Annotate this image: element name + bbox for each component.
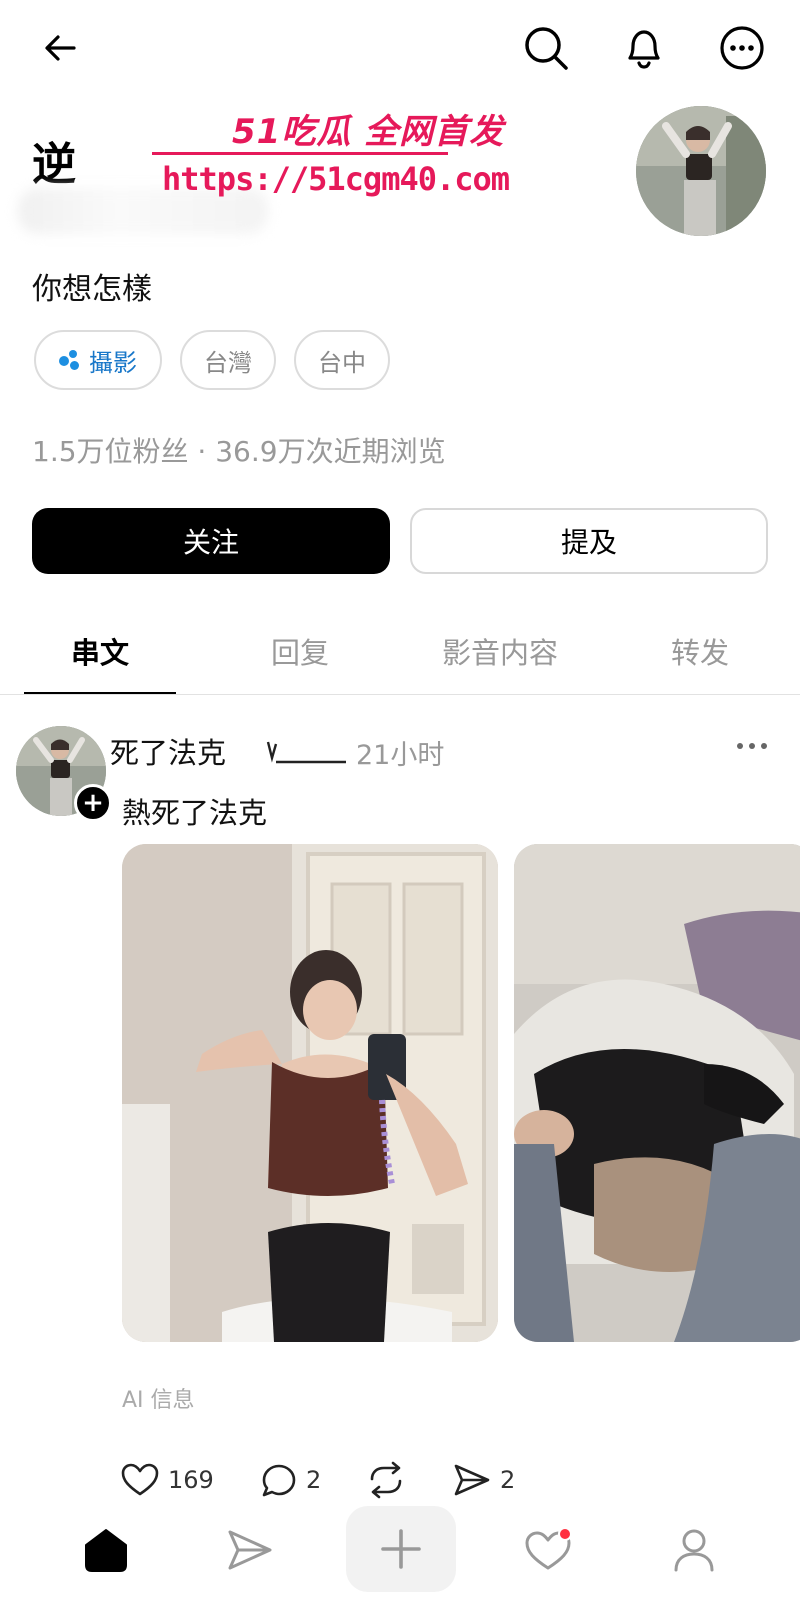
nav-create[interactable] <box>346 1506 456 1592</box>
photography-dots-icon <box>59 350 81 370</box>
nav-profile[interactable] <box>644 1510 744 1590</box>
watermark-title: 51吃瓜 全网首发 <box>232 112 505 152</box>
mirror-selfie-image <box>122 844 498 1342</box>
post-photo-2[interactable] <box>514 844 800 1342</box>
like-button[interactable]: 169 <box>120 1458 214 1502</box>
watermark-divider <box>152 152 448 155</box>
chip-taiwan[interactable]: 台灣 <box>180 330 276 390</box>
ai-info-label[interactable]: AI 信息 <box>122 1382 195 1414</box>
chip-label: 台中 <box>318 348 366 377</box>
watermark-url: https://51cgm40.com <box>162 160 510 198</box>
chip-label: 台灣 <box>204 348 252 377</box>
nav-direct-messages[interactable] <box>200 1510 300 1590</box>
post-username[interactable]: 死了法克 <box>110 730 226 772</box>
post-photo-1[interactable] <box>122 844 498 1342</box>
more-circle-icon <box>720 26 764 70</box>
tab-threads[interactable]: 串文 <box>10 630 190 672</box>
profile-stats[interactable]: 1.5万位粉丝 · 36.9万次近期浏览 <box>32 430 446 470</box>
dog-in-bed-image <box>514 844 800 1342</box>
send-icon <box>228 1530 272 1570</box>
post-text: 熱死了法克 <box>122 796 268 830</box>
bell-icon <box>628 30 660 69</box>
nav-activity[interactable] <box>498 1510 598 1590</box>
chip-taichung[interactable]: 台中 <box>294 330 390 390</box>
profile-avatar[interactable] <box>636 106 766 236</box>
send-icon <box>454 1464 490 1496</box>
profile-bio: 你想怎樣 <box>32 272 152 307</box>
share-button[interactable]: 2 <box>452 1458 515 1502</box>
tab-replies[interactable]: 回复 <box>210 630 390 672</box>
tab-divider <box>0 694 800 695</box>
chip-label: 攝影 <box>89 348 137 377</box>
repost-button[interactable] <box>366 1458 414 1502</box>
back-button[interactable] <box>30 18 90 78</box>
comment-count: 2 <box>306 1466 322 1494</box>
more-options-button[interactable] <box>712 18 772 78</box>
comment-bubble-icon <box>262 1464 296 1497</box>
tab-media[interactable]: 影音内容 <box>410 630 590 672</box>
notification-dot <box>558 1527 572 1541</box>
search-button[interactable] <box>516 18 576 78</box>
profile-name: 逆 <box>32 139 76 190</box>
notifications-button[interactable] <box>614 18 674 78</box>
like-count: 169 <box>168 1466 214 1494</box>
repost-icon <box>370 1461 402 1499</box>
post-timestamp: 21小时 <box>356 740 445 771</box>
create-plus-icon <box>381 1529 421 1569</box>
back-arrow-icon <box>45 35 76 61</box>
more-dots-icon <box>737 743 767 749</box>
chip-photography[interactable]: 攝影 <box>34 330 162 390</box>
profile-person-icon <box>674 1529 714 1572</box>
follow-button[interactable]: 关注 <box>32 508 390 574</box>
avatar-photo <box>636 106 766 236</box>
comment-button[interactable]: 2 <box>260 1458 321 1502</box>
activity-heart-icon <box>525 1527 572 1570</box>
heart-icon <box>121 1463 159 1496</box>
redaction-scribble <box>266 741 346 764</box>
follow-plus-badge[interactable]: + <box>74 784 112 822</box>
nav-home[interactable] <box>56 1510 156 1590</box>
tab-reposts[interactable]: 转发 <box>610 630 790 672</box>
share-count: 2 <box>500 1466 516 1494</box>
home-icon <box>85 1529 127 1572</box>
post-more-button[interactable] <box>730 726 774 766</box>
mention-button[interactable]: 提及 <box>410 508 768 574</box>
search-icon <box>525 27 568 70</box>
